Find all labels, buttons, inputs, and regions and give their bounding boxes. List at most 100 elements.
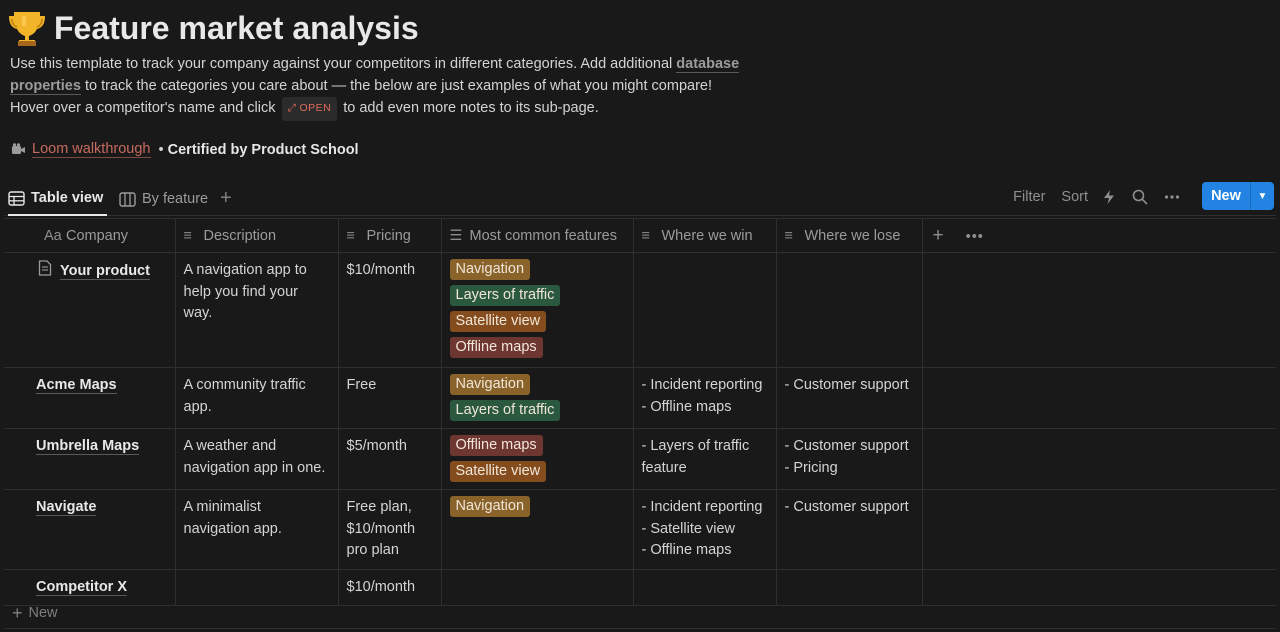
cell-empty: [921, 428, 1276, 490]
more-icon[interactable]: •••: [966, 229, 984, 245]
feature-tag[interactable]: Satellite view: [449, 311, 547, 332]
column-header-company[interactable]: Aa Company: [4, 218, 176, 253]
column-header-where-we-lose[interactable]: ≡ Where we lose: [775, 218, 923, 253]
tab-table-view[interactable]: Table view: [8, 182, 108, 216]
cell-where-we-win[interactable]: - Layers of traffic feature: [632, 428, 777, 490]
cell-where-we-win-text: - Incident reporting - Satellite view - …: [641, 499, 763, 558]
cell-features[interactable]: Offline maps Satellite view: [440, 428, 634, 490]
table-row[interactable]: Acme Maps A community traffic app. Free Nav…: [4, 367, 1276, 429]
cell-company[interactable]: Acme Maps: [4, 367, 176, 429]
open-chip: ⤢ OPEN: [281, 97, 338, 121]
cell-description-text: A weather and navigation app in one.: [183, 438, 326, 476]
cell-where-we-win[interactable]: - Incident reporting - Offline maps: [632, 367, 777, 429]
tab-by-feature-label: By feature: [142, 191, 209, 207]
cell-company[interactable]: Umbrella Maps: [4, 428, 176, 490]
tag-wrapper: Satellite view: [449, 461, 625, 487]
feature-tag[interactable]: Offline maps: [449, 337, 543, 358]
cell-features[interactable]: [440, 568, 634, 606]
add-column-button[interactable]: +: [933, 225, 944, 246]
cell-pricing[interactable]: $10/month: [337, 252, 442, 368]
cell-where-we-win[interactable]: [632, 568, 777, 606]
lines-icon: ≡: [346, 227, 355, 244]
table-bottom-border: [4, 628, 1276, 629]
more-icon[interactable]: [1164, 189, 1180, 205]
filter-button[interactable]: Filter: [1013, 189, 1045, 205]
tab-table-view-label: Table view: [31, 190, 104, 206]
table-row[interactable]: Your product A navigation app to help you…: [4, 252, 1276, 368]
cell-description[interactable]: [174, 568, 339, 606]
feature-tag[interactable]: Satellite view: [449, 461, 547, 482]
cell-where-we-lose[interactable]: - Customer support: [775, 367, 923, 429]
search-icon[interactable]: [1132, 189, 1148, 205]
cell-description[interactable]: A navigation app to help you find your w…: [174, 252, 339, 368]
cell-company[interactable]: Competitor X: [4, 568, 176, 606]
cell-features[interactable]: Navigation Layers of traffic: [440, 367, 634, 429]
tag-wrapper: Navigation: [449, 496, 625, 522]
sort-button[interactable]: Sort: [1061, 189, 1088, 205]
cell-empty: [921, 367, 1276, 429]
cell-company[interactable]: Navigate: [4, 489, 176, 570]
separator-dot: •: [154, 141, 168, 158]
desc-text: Use this template to track your company …: [10, 56, 677, 72]
column-header-features[interactable]: ☰ Most common features: [440, 218, 634, 253]
feature-tag[interactable]: Navigation: [449, 259, 531, 280]
cell-pricing[interactable]: Free plan, $10/month pro plan: [337, 489, 442, 570]
new-button[interactable]: New ▼: [1202, 182, 1274, 210]
cell-where-we-lose[interactable]: [775, 252, 923, 368]
company-name[interactable]: Umbrella Maps: [36, 438, 140, 455]
feature-tag[interactable]: Navigation: [449, 374, 531, 395]
cell-empty: [921, 252, 1276, 368]
table-row[interactable]: Competitor X $10/month: [4, 568, 1276, 606]
cell-where-we-lose-text: - Customer support: [784, 499, 909, 515]
tag-wrapper: Layers of traffic: [449, 400, 625, 426]
cell-where-we-lose[interactable]: - Customer support: [775, 489, 923, 570]
tag-wrapper: Navigation: [449, 374, 625, 400]
feature-tag[interactable]: Navigation: [449, 496, 531, 517]
add-view-button[interactable]: +: [220, 188, 232, 208]
trophy-icon[interactable]: [8, 8, 46, 48]
lightning-icon[interactable]: [1102, 189, 1116, 205]
desc-text: to track the categories you care about —…: [80, 77, 712, 94]
chevron-down-icon[interactable]: ▼: [1251, 191, 1274, 202]
page-header: Feature market analysis Use this templat…: [8, 6, 1268, 121]
company-name[interactable]: Competitor X: [36, 578, 128, 596]
feature-tag[interactable]: Offline maps: [449, 435, 543, 456]
column-header-actions: + •••: [921, 218, 1276, 253]
cell-empty: [921, 489, 1276, 570]
cell-pricing[interactable]: Free: [337, 367, 442, 429]
column-header-where-we-win[interactable]: ≡ Where we win: [632, 218, 777, 253]
tag-wrapper: Satellite view: [449, 311, 625, 337]
loom-walkthrough-link[interactable]: Loom walkthrough: [32, 141, 151, 158]
cell-description[interactable]: A weather and navigation app in one.: [174, 428, 339, 490]
table-row[interactable]: Umbrella Maps A weather and navigation ap…: [4, 428, 1276, 490]
cell-description[interactable]: A community traffic app.: [174, 367, 339, 429]
cell-where-we-win[interactable]: - Incident reporting - Satellite view - …: [632, 489, 777, 570]
feature-tag[interactable]: Layers of traffic: [449, 400, 561, 421]
column-header-pricing[interactable]: ≡ Pricing: [337, 218, 442, 253]
cell-features[interactable]: Navigation: [440, 489, 634, 570]
table-row[interactable]: Navigate A minimalist navigation app. Free…: [4, 489, 1276, 570]
company-name[interactable]: Your product: [60, 263, 150, 280]
cell-where-we-lose[interactable]: [775, 568, 923, 606]
loom-row: Loom walkthrough • Certified by Product …: [10, 141, 359, 158]
tag-wrapper: Offline maps: [449, 435, 625, 461]
new-row-button[interactable]: + New: [12, 604, 58, 622]
column-header-description[interactable]: ≡ Description: [174, 218, 339, 253]
cell-where-we-lose[interactable]: - Customer support - Pricing: [775, 428, 923, 490]
cell-pricing[interactable]: $10/month: [337, 568, 442, 606]
cell-features[interactable]: Navigation Layers of traffic Satellite vie…: [440, 252, 634, 368]
company-name[interactable]: Navigate: [36, 499, 97, 516]
cell-pricing[interactable]: $5/month: [337, 428, 442, 490]
tag-wrapper: Offline maps: [449, 337, 625, 363]
cell-description[interactable]: A minimalist navigation app.: [174, 489, 339, 570]
page-description: Use this template to track your company …: [10, 54, 770, 121]
feature-tag[interactable]: Layers of traffic: [449, 285, 561, 306]
cell-where-we-lose-text: - Customer support - Pricing: [784, 438, 909, 476]
column-label: Where we win: [661, 227, 753, 244]
table-icon: [8, 190, 25, 206]
page-icon: [38, 260, 52, 276]
cell-company[interactable]: Your product: [4, 252, 176, 368]
company-name[interactable]: Acme Maps: [36, 377, 117, 394]
tab-by-feature[interactable]: By feature: [119, 182, 208, 216]
cell-where-we-win[interactable]: [632, 252, 777, 368]
